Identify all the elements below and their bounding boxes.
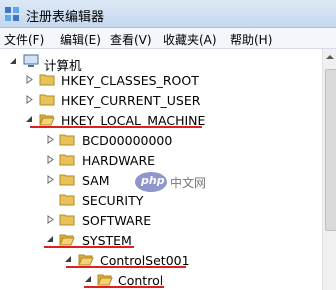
title-bar: 注册表编辑器 — [0, 0, 336, 28]
tree-label-hkcu: HKEY_CURRENT_USER — [61, 93, 201, 108]
folder-icon — [59, 194, 75, 206]
menu-edit[interactable]: 编辑(E) — [60, 31, 101, 48]
tree-node-hkcr[interactable]: HKEY_CLASSES_ROOT — [0, 69, 240, 91]
registry-tree[interactable]: 计算机 HKEY_CLASSES_ROOT HKEY_CURRENT_USER … — [0, 49, 322, 290]
scroll-up-arrow-icon[interactable] — [325, 52, 335, 62]
watermark-logo-text: php — [141, 174, 165, 187]
php-watermark: php 中文网 — [134, 168, 224, 201]
expanded-arrow-icon[interactable] — [46, 235, 55, 244]
watermark-site-text: 中文网 — [170, 176, 207, 190]
open-folder-icon — [59, 234, 75, 246]
tree-label-bcd: BCD00000000 — [82, 133, 173, 148]
folder-icon — [39, 94, 55, 106]
tree-label-hardware: HARDWARE — [82, 153, 156, 168]
folder-icon — [59, 134, 75, 146]
tree-node-software[interactable]: SOFTWARE — [0, 209, 240, 231]
collapsed-arrow-icon[interactable] — [46, 215, 55, 224]
collapsed-arrow-icon[interactable] — [46, 175, 55, 184]
window-title: 注册表编辑器 — [26, 10, 105, 25]
menu-view[interactable]: 查看(V) — [110, 31, 152, 48]
highlight-underline — [30, 126, 202, 128]
highlight-underline — [44, 246, 134, 248]
open-folder-icon — [39, 114, 55, 126]
registry-editor-icon — [5, 7, 19, 21]
tree-node-bcd[interactable]: BCD00000000 — [0, 129, 240, 151]
scrollbar-thumb[interactable] — [325, 69, 336, 231]
menu-favorites[interactable]: 收藏夹(A) — [163, 31, 217, 48]
menu-help[interactable]: 帮助(H) — [230, 31, 272, 48]
tree-label-sam: SAM — [82, 173, 110, 188]
folder-icon — [59, 174, 75, 186]
highlight-underline — [84, 286, 164, 288]
folder-icon — [59, 154, 75, 166]
tree-node-hkcu[interactable]: HKEY_CURRENT_USER — [0, 89, 240, 111]
expanded-arrow-icon[interactable] — [9, 57, 18, 66]
collapsed-arrow-icon[interactable] — [25, 95, 34, 104]
tree-label-hkcr: HKEY_CLASSES_ROOT — [61, 73, 199, 88]
folder-icon — [59, 214, 75, 226]
collapsed-arrow-icon[interactable] — [25, 75, 34, 84]
folder-icon — [39, 74, 55, 86]
menu-file[interactable]: 文件(F) — [4, 31, 44, 48]
computer-icon — [23, 54, 39, 67]
expanded-arrow-icon[interactable] — [64, 255, 73, 264]
menu-bar: 文件(F) 编辑(E) 查看(V) 收藏夹(A) 帮助(H) — [0, 28, 336, 49]
expanded-arrow-icon[interactable] — [84, 275, 93, 284]
expanded-arrow-icon[interactable] — [25, 115, 34, 124]
open-folder-icon — [78, 254, 94, 266]
tree-label-software: SOFTWARE — [82, 213, 152, 228]
collapsed-arrow-icon[interactable] — [46, 135, 55, 144]
collapsed-arrow-icon[interactable] — [46, 155, 55, 164]
vertical-scrollbar[interactable] — [322, 49, 336, 290]
open-folder-icon — [97, 274, 113, 286]
highlight-underline — [66, 266, 186, 268]
